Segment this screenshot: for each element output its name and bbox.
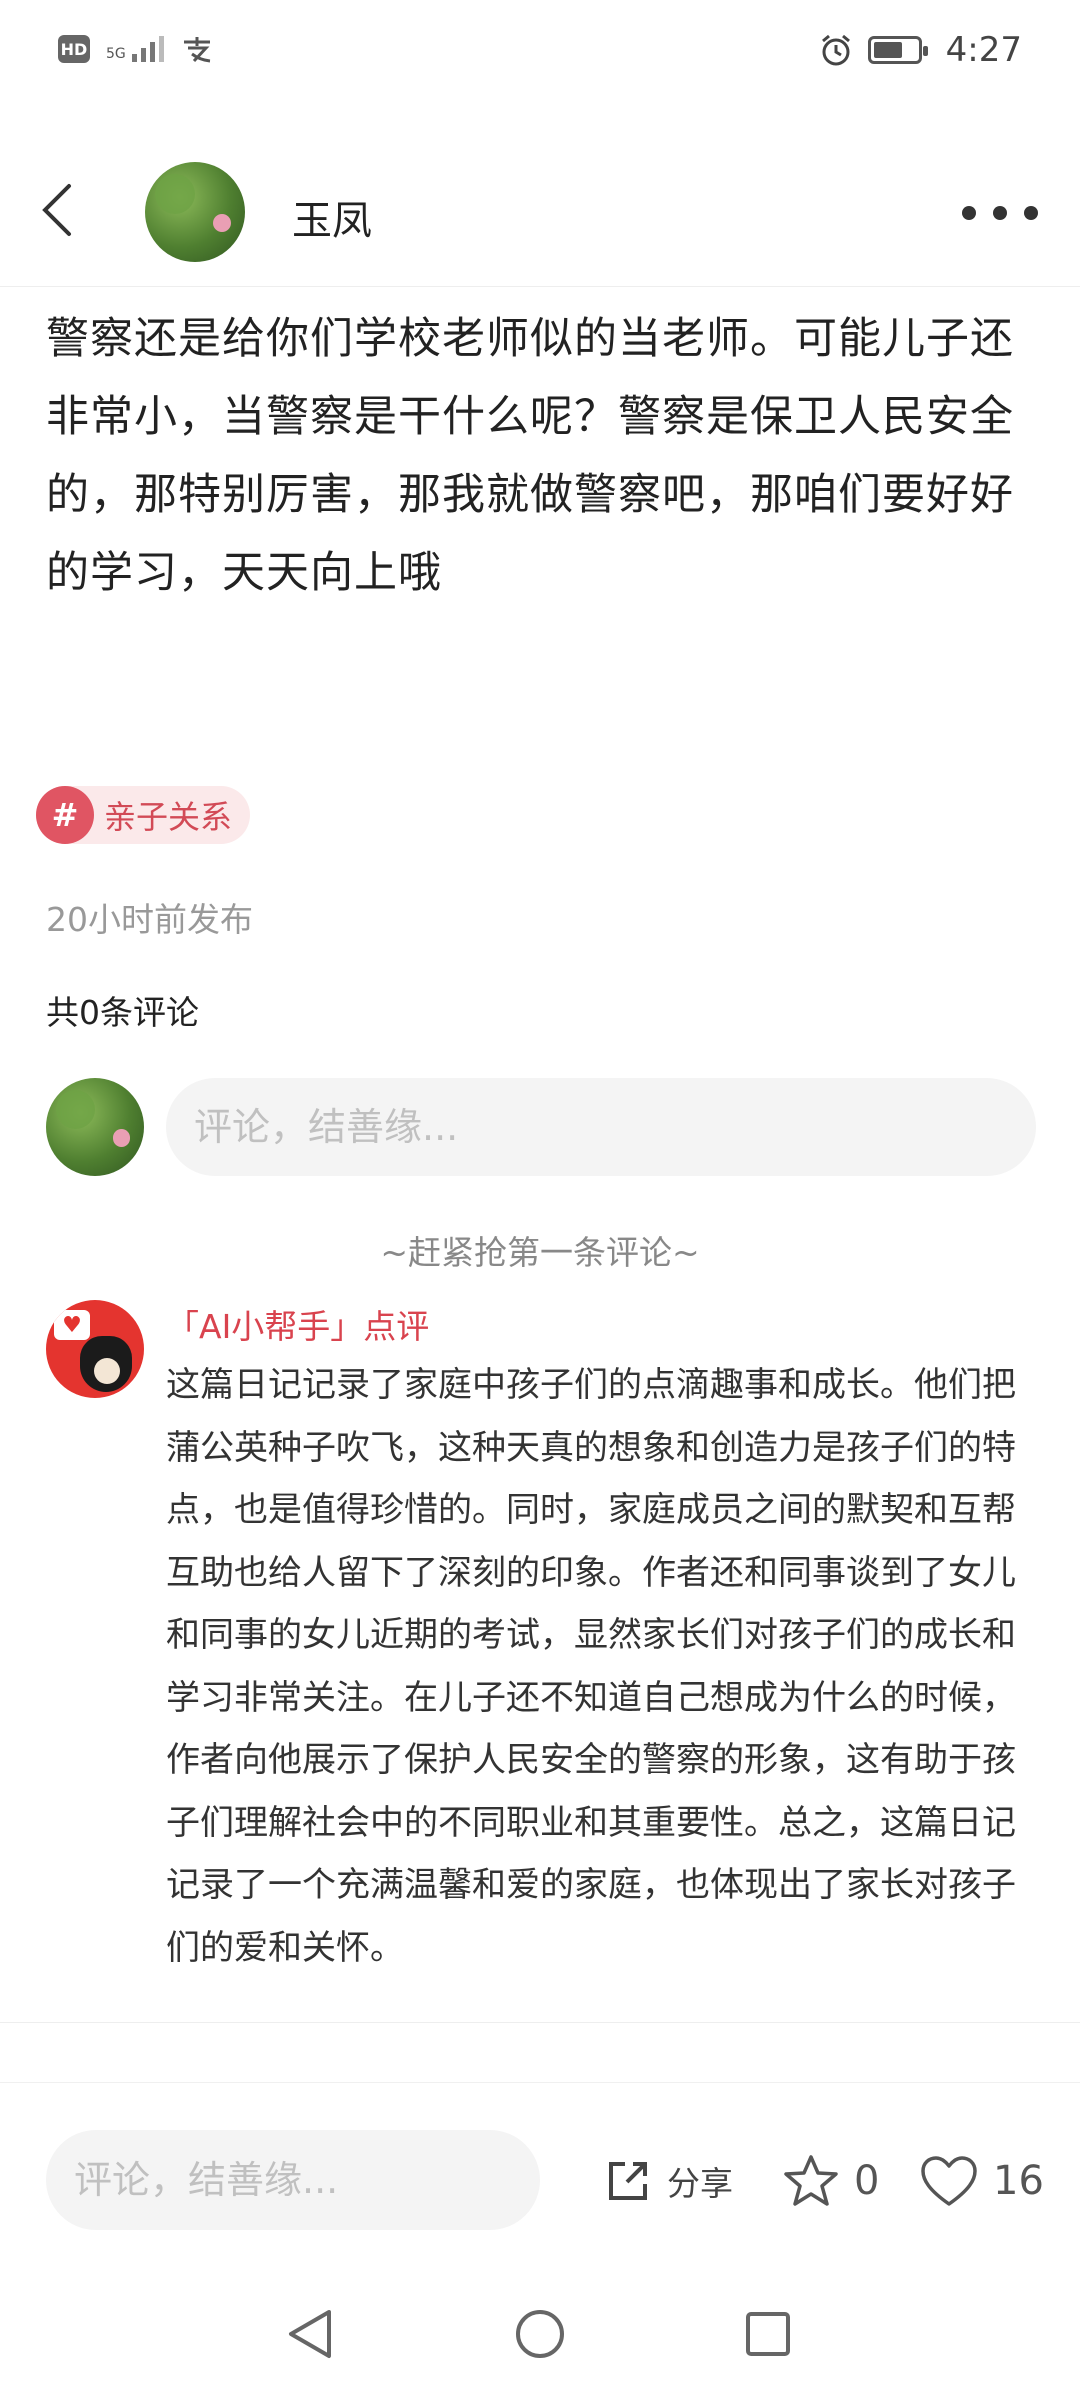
- share-icon: [609, 2162, 647, 2200]
- favorite-count: 0: [854, 2158, 880, 2204]
- more-button[interactable]: [962, 198, 1038, 228]
- nav-recent-button[interactable]: [738, 2304, 798, 2364]
- comment-count: 共0条评论: [46, 993, 199, 1032]
- ai-helper-avatar: ♥: [46, 1300, 144, 1398]
- battery-icon: [867, 36, 928, 64]
- nav-home-button[interactable]: [510, 2304, 570, 2364]
- star-icon: [784, 2155, 838, 2206]
- chevron-left-icon: [42, 184, 71, 236]
- hd-icon: HD: [58, 35, 90, 63]
- bottom-action-bar: 分享 0 16: [0, 2082, 1080, 2283]
- square-recent-icon: [746, 2312, 790, 2356]
- alipay-icon: [183, 37, 210, 63]
- status-bar: HD 5G 4:27: [0, 0, 1080, 110]
- post-time: 20小时前发布: [46, 900, 253, 939]
- alarm-icon: [821, 34, 850, 66]
- clock: 4:27: [945, 30, 1022, 70]
- like-count: 16: [993, 2158, 1044, 2204]
- topic-tag[interactable]: # 亲子关系: [36, 786, 251, 844]
- ai-comment-title: 「AI小帮手」点评: [166, 1307, 430, 1346]
- signal-icon: 5G: [106, 36, 164, 62]
- share-label: 分享: [667, 2164, 733, 2203]
- bottom-comment-input[interactable]: [46, 2130, 540, 2230]
- header: 玉凤: [0, 140, 1080, 287]
- topic-tag-label: 亲子关系: [104, 798, 233, 836]
- author-name[interactable]: 玉凤: [292, 188, 372, 246]
- network-type: 5G: [106, 46, 126, 62]
- status-right: 4:27: [818, 30, 1022, 70]
- favorite-button[interactable]: 0: [782, 2149, 879, 2213]
- comment-input[interactable]: [166, 1078, 1036, 1176]
- back-button[interactable]: [28, 180, 84, 240]
- share-button[interactable]: 分享: [603, 2149, 733, 2213]
- heart-sign-icon: ♥: [54, 1310, 90, 1340]
- like-button[interactable]: 16: [919, 2149, 1044, 2213]
- divider: [0, 2022, 1080, 2023]
- author-avatar[interactable]: [145, 162, 245, 262]
- more-dots-icon: [962, 206, 976, 220]
- ai-comment-body: 这篇日记记录了家庭中孩子们的点滴趣事和成长。他们把蒲公英种子吹飞，这种天真的想象…: [166, 1365, 1016, 1968]
- status-left: HD 5G: [58, 34, 214, 64]
- user-avatar: [46, 1078, 144, 1176]
- hashtag-icon: #: [36, 786, 94, 844]
- system-nav-bar: [0, 2282, 1080, 2388]
- circle-home-icon: [516, 2310, 564, 2358]
- first-comment-hint: ~赶紧抢第一条评论~: [380, 1233, 700, 1272]
- article-text: 警察还是给你们学校老师似的当老师。可能儿子还非常小，当警察是干什么呢？警察是保卫…: [46, 314, 1014, 598]
- triangle-back-icon: [289, 2310, 331, 2358]
- nav-back-button[interactable]: [280, 2304, 340, 2364]
- heart-icon: [921, 2156, 977, 2206]
